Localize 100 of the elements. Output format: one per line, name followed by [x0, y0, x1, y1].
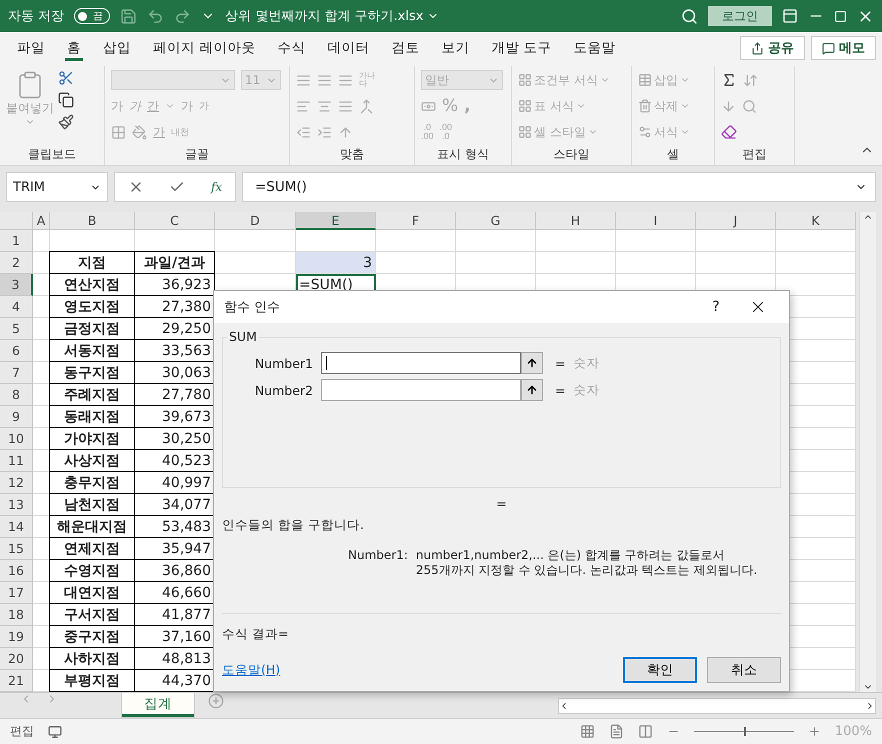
sheet-tab[interactable]: 집계	[122, 693, 194, 717]
row-header[interactable]: 18	[0, 604, 33, 626]
copy-icon[interactable]	[58, 92, 74, 108]
collapse-dialog-button[interactable]	[521, 352, 543, 374]
column-header[interactable]: K	[776, 212, 856, 230]
sort-filter-icon[interactable]	[743, 72, 758, 88]
grid-cell[interactable]	[215, 230, 296, 252]
grid-cell[interactable]	[215, 252, 296, 274]
column-header[interactable]: J	[696, 212, 776, 230]
dialog-button[interactable]: 취소	[707, 657, 781, 683]
column-header[interactable]: E	[296, 212, 376, 230]
grid-cell[interactable]	[776, 230, 856, 252]
grid-cell[interactable]	[536, 252, 616, 274]
vertical-scrollbar[interactable]	[859, 212, 876, 692]
argument-field[interactable]	[321, 379, 521, 401]
zoom-thumb[interactable]	[744, 727, 746, 736]
normal-view-icon[interactable]	[580, 724, 595, 739]
fill-down-icon[interactable]	[721, 98, 736, 114]
ribbon-display-icon[interactable]	[782, 8, 798, 24]
column-header[interactable]: C	[135, 212, 215, 230]
row-header[interactable]: 16	[0, 560, 33, 582]
menu-tab[interactable]: 페이지 레이아웃	[142, 35, 266, 61]
sign-in-button[interactable]: 로그인	[708, 6, 772, 26]
eraser-icon[interactable]	[721, 124, 737, 140]
row-header[interactable]: 13	[0, 494, 33, 516]
help-button[interactable]: ?	[695, 291, 737, 323]
row-header[interactable]: 21	[0, 670, 33, 692]
grid-cell[interactable]	[696, 230, 776, 252]
grid-cell[interactable]	[296, 230, 376, 252]
select-all-corner[interactable]	[0, 212, 33, 230]
find-icon[interactable]	[742, 98, 757, 114]
row-header[interactable]: 4	[0, 296, 33, 318]
maximize-icon[interactable]	[834, 10, 847, 22]
name-box[interactable]: TRIM	[6, 172, 108, 202]
menu-tab[interactable]: 도움말	[562, 35, 627, 61]
table-cell[interactable]: 3	[296, 252, 376, 274]
grid-cell[interactable]	[616, 252, 696, 274]
autosave-toggle[interactable]: 끔	[74, 8, 110, 24]
column-header[interactable]: H	[536, 212, 616, 230]
zoom-in-icon[interactable]	[808, 725, 821, 738]
help-link[interactable]: 도움말(H)	[222, 662, 280, 678]
row-header[interactable]: 6	[0, 340, 33, 362]
collapse-dialog-button[interactable]	[521, 379, 543, 401]
menu-tab[interactable]: 파일	[6, 35, 56, 61]
row-header[interactable]: 8	[0, 384, 33, 406]
menu-tab[interactable]: 데이터	[316, 35, 380, 61]
grid-cell[interactable]	[776, 252, 856, 274]
dialog-button[interactable]: 확인	[623, 657, 697, 683]
row-header[interactable]: 9	[0, 406, 33, 428]
menu-tab[interactable]: 삽입	[92, 35, 142, 61]
menu-tab[interactable]: 보기	[430, 35, 480, 61]
menu-tab[interactable]: 홈	[56, 35, 92, 61]
row-header[interactable]: 3	[0, 274, 33, 296]
row-header[interactable]: 19	[0, 626, 33, 648]
column-header[interactable]: G	[456, 212, 536, 230]
comments-button[interactable]: 메모	[811, 36, 876, 60]
column-header[interactable]: I	[616, 212, 696, 230]
grid-cell[interactable]	[376, 230, 456, 252]
macro-record-icon[interactable]	[48, 724, 62, 738]
menu-tab[interactable]: 수식	[266, 35, 316, 61]
table-cell: 부평지점	[49, 669, 135, 692]
menu-tab[interactable]: 검토	[380, 35, 430, 61]
page-break-icon[interactable]	[638, 724, 653, 739]
grid-cell[interactable]	[456, 252, 536, 274]
column-header[interactable]: A	[33, 212, 50, 230]
grid-cell[interactable]	[536, 230, 616, 252]
row-header[interactable]: 20	[0, 648, 33, 670]
format-painter-icon[interactable]	[58, 114, 74, 130]
row-header[interactable]: 17	[0, 582, 33, 604]
row-header[interactable]: 10	[0, 428, 33, 450]
grid-cell[interactable]	[376, 252, 456, 274]
row-header[interactable]: 2	[0, 252, 33, 274]
row-header[interactable]: 14	[0, 516, 33, 538]
grid-cell[interactable]	[616, 230, 696, 252]
page-layout-icon[interactable]	[608, 724, 624, 739]
column-header[interactable]: B	[50, 212, 135, 230]
row-header[interactable]: 12	[0, 472, 33, 494]
row-header[interactable]: 11	[0, 450, 33, 472]
grid-cell[interactable]	[696, 252, 776, 274]
row-header[interactable]: 1	[0, 230, 33, 252]
search-icon[interactable]	[681, 8, 698, 24]
row-header[interactable]: 15	[0, 538, 33, 560]
grid-cell[interactable]	[33, 230, 50, 252]
undo-icon[interactable]	[147, 8, 164, 24]
row-header[interactable]: 5	[0, 318, 33, 340]
column-header[interactable]: D	[215, 212, 296, 230]
formula-field[interactable]: =SUM()	[242, 172, 876, 202]
grid-cell[interactable]	[456, 230, 536, 252]
menu-tab[interactable]: 개발 도구	[480, 35, 563, 61]
argument-field[interactable]	[321, 352, 521, 374]
cut-icon[interactable]	[58, 70, 74, 86]
redo-icon[interactable]	[174, 8, 192, 24]
new-sheet-icon[interactable]	[208, 693, 224, 709]
column-header[interactable]: F	[376, 212, 456, 230]
insert-function-button[interactable]: fx	[210, 180, 222, 194]
group-label: 글꼴	[184, 146, 210, 162]
row-header[interactable]: 7	[0, 362, 33, 384]
share-button[interactable]: 공유	[740, 36, 805, 60]
horizontal-scrollbar[interactable]	[558, 698, 876, 714]
save-icon[interactable]	[120, 8, 138, 24]
